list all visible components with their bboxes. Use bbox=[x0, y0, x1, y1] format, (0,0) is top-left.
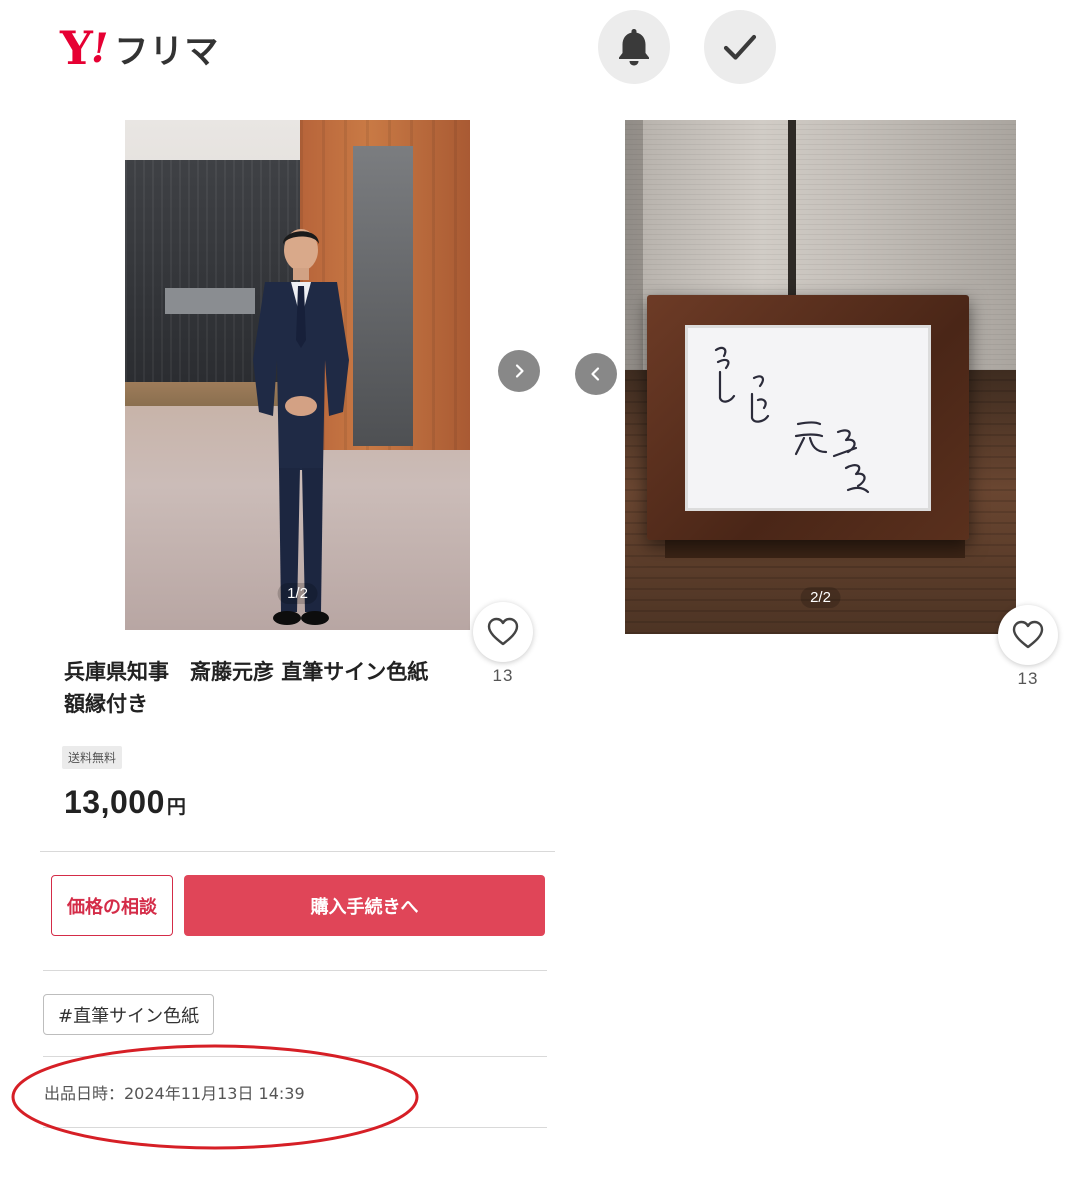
divider bbox=[43, 970, 547, 971]
price-value: 13,000 bbox=[64, 784, 165, 820]
check-icon bbox=[723, 34, 757, 60]
like-button[interactable] bbox=[998, 605, 1058, 665]
logo-text: フリマ bbox=[114, 31, 220, 72]
next-photo-button[interactable] bbox=[498, 350, 540, 392]
logo-exclamation-mark: ! bbox=[90, 24, 109, 72]
price-unit: 円 bbox=[166, 796, 186, 818]
hashtag-chip[interactable]: #直筆サイン色紙 bbox=[43, 994, 215, 1035]
heart-icon bbox=[487, 617, 519, 646]
previous-photo-button[interactable] bbox=[575, 353, 617, 395]
red-annotation-ellipse bbox=[11, 1044, 419, 1150]
like-count: 13 bbox=[1017, 669, 1039, 688]
purchase-button[interactable]: 購入手続きへ bbox=[184, 875, 545, 936]
photo2-frame-base bbox=[665, 538, 965, 558]
photo1-person bbox=[253, 229, 349, 625]
item-title: 兵庫県知事 斎藤元彦 直筆サイン色紙 額縁付き bbox=[64, 660, 450, 716]
divider bbox=[40, 851, 555, 852]
yahoo-furima-logo[interactable]: Y ! フリマ bbox=[60, 21, 220, 75]
shipping-free-badge: 送料無料 bbox=[62, 746, 123, 769]
price-negotiation-button[interactable]: 価格の相談 bbox=[51, 875, 173, 936]
heart-icon bbox=[1012, 620, 1044, 649]
logo-y-mark: Y bbox=[60, 21, 93, 75]
item-photo-2[interactable]: 2/2 bbox=[625, 120, 1016, 634]
chevron-left-icon bbox=[591, 367, 600, 381]
handwritten-signature bbox=[714, 346, 870, 494]
item-price: 13,000 円 bbox=[64, 784, 186, 821]
signed-card-frame bbox=[647, 295, 969, 540]
photo2-counter: 2/2 bbox=[800, 587, 841, 608]
like-count: 13 bbox=[492, 666, 514, 685]
signed-card bbox=[685, 325, 931, 511]
check-button[interactable] bbox=[704, 10, 776, 84]
photo1-counter: 1/2 bbox=[277, 583, 318, 604]
bell-icon bbox=[619, 29, 649, 66]
notification-button[interactable] bbox=[598, 10, 670, 84]
like-button[interactable] bbox=[473, 602, 533, 662]
item-photo-1[interactable]: 1/2 bbox=[125, 120, 470, 630]
chevron-right-icon bbox=[515, 364, 524, 378]
